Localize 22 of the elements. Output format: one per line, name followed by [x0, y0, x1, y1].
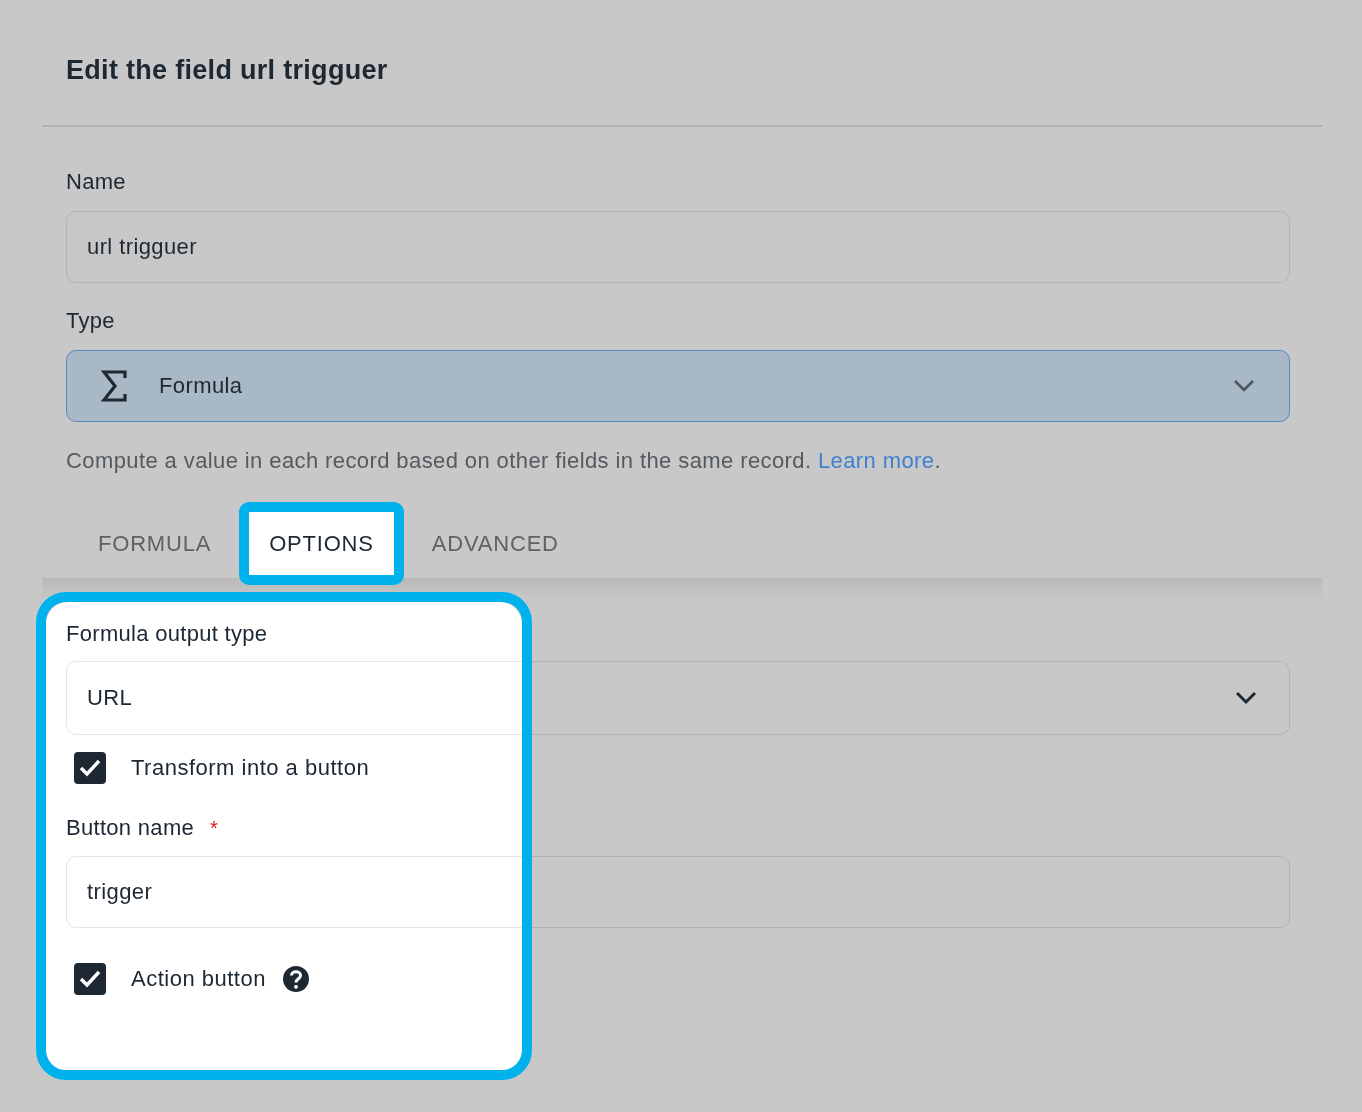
action-button-label: Action button	[131, 966, 266, 992]
transform-label: Transform into a button	[131, 755, 370, 781]
type-description: Compute a value in each record based on other fields in the same record. Learn more.	[66, 448, 942, 474]
chevron-down-icon	[1235, 691, 1257, 705]
button-name-label: Button name	[66, 815, 195, 841]
checkbox[interactable]	[74, 752, 106, 784]
sigma-icon	[101, 370, 127, 402]
type-dropdown[interactable]: Formula	[66, 350, 1290, 422]
output-type-label: Formula output type	[66, 621, 269, 647]
tab[interactable]: FORMULA	[72, 502, 238, 585]
output-type-dropdown[interactable]: URL	[66, 661, 1290, 735]
dialog-title: Edit the field url trigguer	[66, 54, 389, 87]
tab[interactable]: OPTIONS	[239, 502, 404, 585]
required-mark: *	[210, 816, 219, 841]
type-label: Type	[66, 308, 116, 334]
tab[interactable]: ADVANCED	[405, 502, 585, 585]
button-name-input-field[interactable]: trigger	[66, 856, 1290, 928]
chevron-down-icon	[1233, 379, 1255, 393]
name-label: Name	[66, 169, 127, 195]
name-input-field[interactable]: url trigguer	[66, 211, 1290, 283]
checkbox[interactable]	[74, 963, 106, 995]
help-icon[interactable]	[281, 965, 310, 993]
